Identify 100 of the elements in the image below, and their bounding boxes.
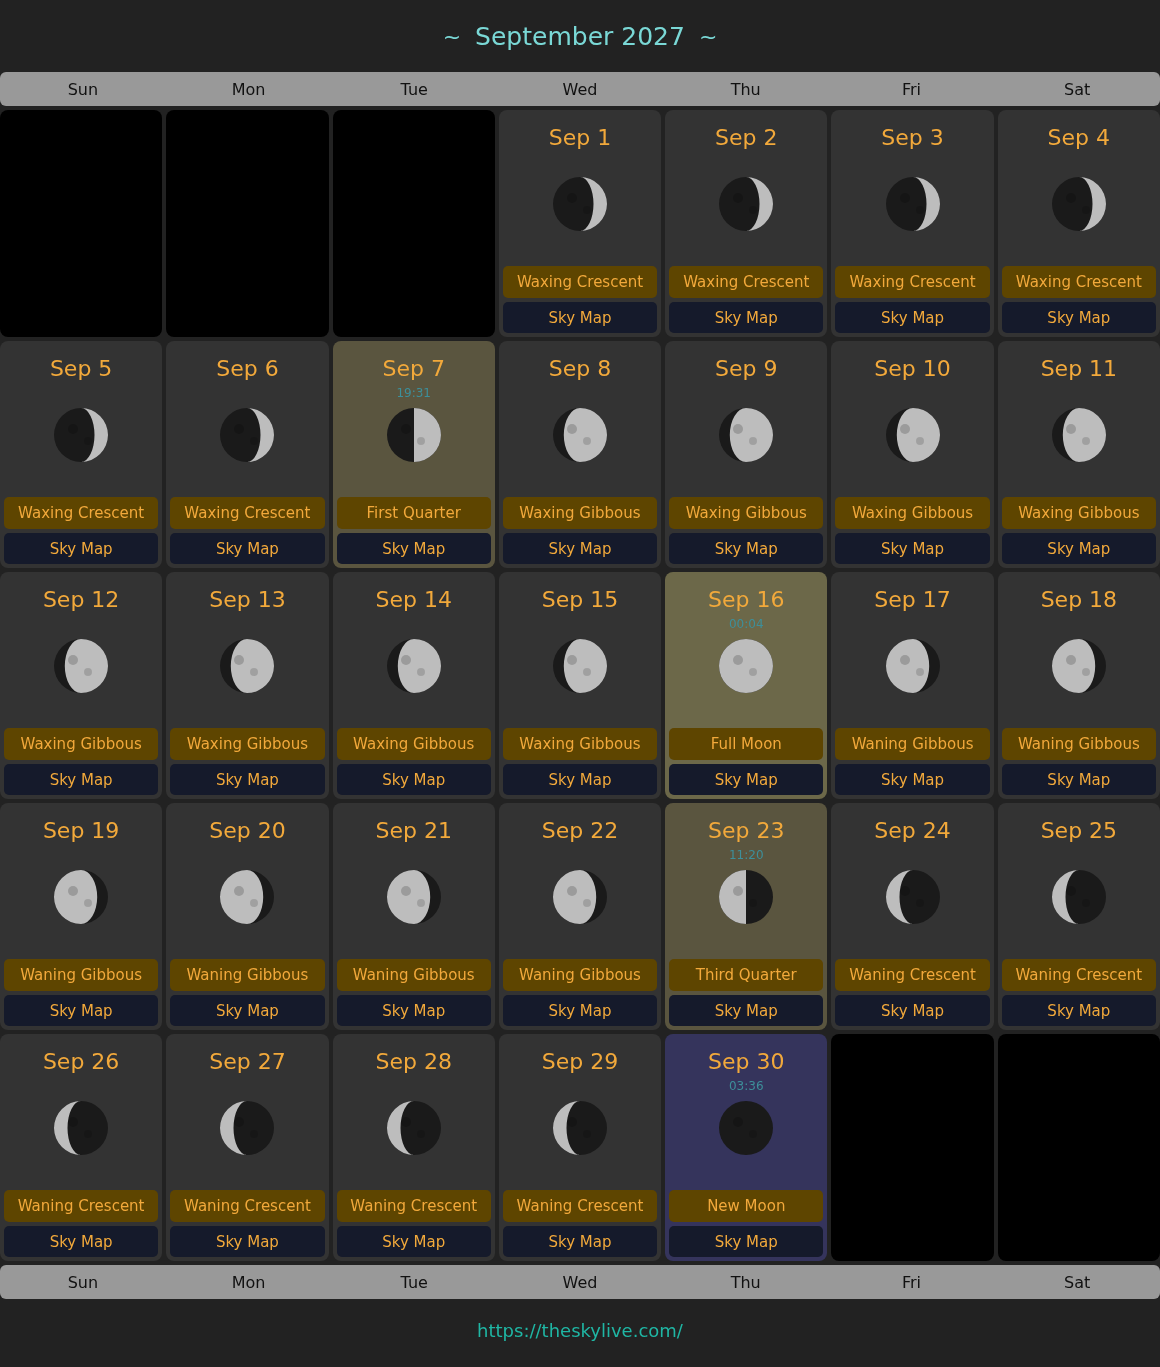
date-label: Sep 21 — [375, 817, 452, 845]
weekday-label: Fri — [900, 1272, 922, 1292]
date-label: Sep 15 — [541, 586, 619, 614]
weekday-label: Sun — [66, 1272, 100, 1292]
date-label: Sep 9 — [715, 355, 778, 383]
phase-label: Waning Crescent — [336, 1190, 491, 1222]
phase-label: Waxing Crescent — [502, 266, 658, 298]
weekday-label: Mon — [230, 79, 267, 99]
phase-label: Waxing Gibbous — [4, 728, 159, 760]
sky-map-link[interactable]: Sky Map — [1001, 533, 1156, 564]
phase-label: Waning Crescent — [835, 959, 990, 991]
date-label: Sep 5 — [49, 355, 113, 383]
phase-label: Third Quarter — [669, 959, 824, 991]
date-label: Sep 6 — [216, 355, 279, 383]
weekday-label: Wed — [561, 1272, 599, 1292]
sky-map-link[interactable]: Sky Map — [835, 995, 990, 1026]
sky-map-link[interactable]: Sky Map — [502, 764, 658, 795]
sky-map-link[interactable]: Sky Map — [4, 533, 159, 564]
date-label: Sep 30 — [708, 1048, 785, 1076]
date-label: Sep 28 — [375, 1048, 452, 1076]
phase-label: Waxing Crescent — [669, 266, 824, 298]
sky-map-link[interactable]: Sky Map — [170, 995, 325, 1026]
phase-time: 03:36 — [729, 1078, 764, 1095]
site-link[interactable]: https://theskylive.com/ — [477, 1319, 683, 1341]
date-label: Sep 18 — [1040, 586, 1118, 614]
date-label: Sep 11 — [1040, 355, 1118, 383]
sky-map-link[interactable]: Sky Map — [4, 995, 159, 1026]
phase-label: Waxing Crescent — [835, 266, 990, 298]
tilde-mark: ~ — [698, 23, 718, 49]
sky-map-link[interactable]: Sky Map — [4, 1226, 159, 1257]
phase-label: Waxing Gibbous — [669, 497, 824, 529]
sky-map-link[interactable]: Sky Map — [835, 764, 990, 795]
weekday-label: Tue — [399, 79, 429, 99]
sky-map-link[interactable]: Sky Map — [502, 995, 658, 1026]
sky-map-link[interactable]: Sky Map — [170, 764, 325, 795]
weekday-label: Tue — [399, 1272, 429, 1292]
phase-label: Waxing Gibbous — [502, 497, 658, 529]
date-label: Sep 2 — [715, 124, 778, 152]
date-label: Sep 7 — [382, 355, 445, 383]
phase-label: Waxing Gibbous — [835, 497, 990, 529]
phase-time: 19:31 — [396, 385, 431, 402]
date-label: Sep 26 — [42, 1048, 120, 1076]
date-label: Sep 20 — [209, 817, 286, 845]
sky-map-link[interactable]: Sky Map — [170, 1226, 325, 1257]
date-label: Sep 22 — [541, 817, 619, 845]
phase-label: Full Moon — [669, 728, 824, 760]
sky-map-link[interactable]: Sky Map — [336, 995, 491, 1026]
sky-map-link[interactable]: Sky Map — [669, 533, 824, 564]
phase-label: Waxing Gibbous — [502, 728, 658, 760]
sky-map-link[interactable]: Sky Map — [835, 533, 990, 564]
month-title: September 2027 — [475, 21, 685, 51]
phase-time: 00:04 — [729, 616, 764, 633]
sky-map-link[interactable]: Sky Map — [669, 1226, 824, 1257]
date-label: Sep 3 — [881, 124, 944, 152]
date-label: Sep 27 — [209, 1048, 286, 1076]
weekday-label: Thu — [729, 1272, 762, 1292]
sky-map-link[interactable]: Sky Map — [835, 302, 990, 333]
phase-label: Waning Gibbous — [336, 959, 491, 991]
phase-label: Waning Gibbous — [4, 959, 159, 991]
phase-label: Waxing Crescent — [1001, 266, 1156, 298]
weekday-label: Sun — [66, 79, 100, 99]
weekday-label: Sat — [1063, 1272, 1092, 1292]
sky-map-link[interactable]: Sky Map — [669, 302, 824, 333]
sky-map-link[interactable]: Sky Map — [1001, 764, 1156, 795]
sky-map-link[interactable]: Sky Map — [502, 302, 658, 333]
phase-label: Waning Crescent — [1001, 959, 1156, 991]
sky-map-link[interactable]: Sky Map — [502, 1226, 658, 1257]
date-label: Sep 4 — [1047, 124, 1111, 152]
date-label: Sep 14 — [375, 586, 452, 614]
phase-label: New Moon — [669, 1190, 824, 1222]
date-label: Sep 1 — [548, 124, 612, 152]
sky-map-link[interactable]: Sky Map — [669, 995, 824, 1026]
weekday-label: Sat — [1063, 79, 1092, 99]
sky-map-link[interactable]: Sky Map — [336, 1226, 491, 1257]
sky-map-link[interactable]: Sky Map — [669, 764, 824, 795]
phase-label: Waning Crescent — [4, 1190, 159, 1222]
date-label: Sep 17 — [874, 586, 951, 614]
sky-map-link[interactable]: Sky Map — [336, 764, 491, 795]
weekday-label: Mon — [230, 1272, 267, 1292]
sky-map-link[interactable]: Sky Map — [1001, 995, 1156, 1026]
weekday-label: Fri — [900, 79, 922, 99]
phase-label: Waning Gibbous — [502, 959, 658, 991]
phase-label: Waxing Crescent — [4, 497, 159, 529]
phase-time: 11:20 — [729, 847, 764, 864]
date-label: Sep 24 — [874, 817, 951, 845]
sky-map-link[interactable]: Sky Map — [1001, 302, 1156, 333]
sky-map-link[interactable]: Sky Map — [170, 533, 325, 564]
sky-map-link[interactable]: Sky Map — [502, 533, 658, 564]
phase-label: Waning Gibbous — [170, 959, 325, 991]
sky-map-link[interactable]: Sky Map — [4, 764, 159, 795]
phase-label: Waning Crescent — [170, 1190, 325, 1222]
date-label: Sep 29 — [541, 1048, 619, 1076]
date-label: Sep 8 — [548, 355, 612, 383]
date-label: Sep 10 — [874, 355, 951, 383]
sky-map-link[interactable]: Sky Map — [336, 533, 491, 564]
weekday-label: Thu — [729, 79, 762, 99]
date-label: Sep 12 — [42, 586, 120, 614]
phase-label: Waning Gibbous — [835, 728, 990, 760]
date-label: Sep 25 — [1040, 817, 1118, 845]
date-label: Sep 23 — [708, 817, 785, 845]
